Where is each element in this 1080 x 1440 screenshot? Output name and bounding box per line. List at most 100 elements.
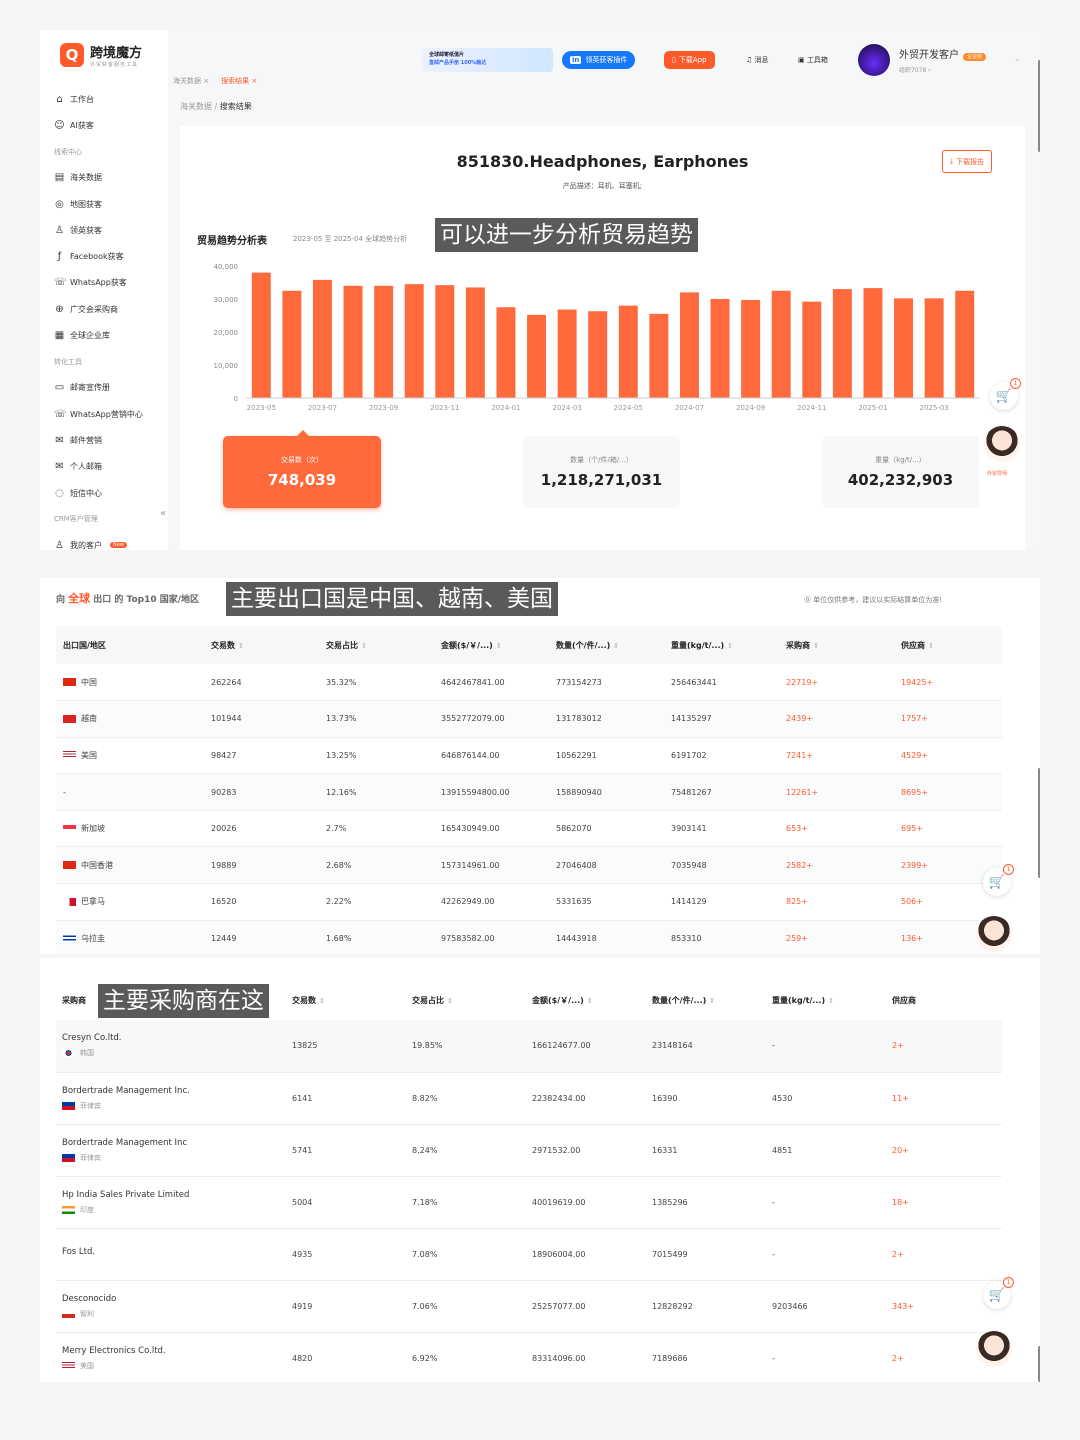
sidebar-item[interactable]: ▤ 海关数据 <box>54 165 164 191</box>
bar-2024-11[interactable] <box>802 301 822 398</box>
sidebar-item[interactable]: ◎ 地图获客 <box>54 191 164 217</box>
agent-avatar[interactable] <box>984 426 1020 462</box>
sidebar-item[interactable]: ☏ WhatsApp营销中心 <box>54 401 164 427</box>
bar-2024-12[interactable] <box>832 289 852 398</box>
agent-avatar[interactable] <box>976 1331 1012 1367</box>
column-header[interactable]: 金额($/￥/...) ⇕ <box>434 626 549 664</box>
table-cell-suppliers[interactable]: 695+ <box>894 810 1002 848</box>
sidebar-item[interactable]: ▦ 全球企业库 <box>54 322 164 348</box>
sidebar-item[interactable]: ✉ 邮件营销 <box>54 427 164 453</box>
toolbox-link[interactable]: ▣ 工具箱 <box>798 55 828 65</box>
table-row[interactable]: 美国 98427 13.25% 646876144.00 10562291 6191702… <box>56 737 1002 775</box>
sidebar-item[interactable]: ◌ 短信中心 <box>54 480 164 506</box>
column-header[interactable]: 交易占比 ⇕ <box>406 980 526 1020</box>
table-cell-name[interactable]: Desconocido 智利 <box>56 1280 286 1333</box>
table-row[interactable]: 中国 262264 35.32% 4642467841.00 773154273 2564… <box>56 664 1002 702</box>
linkedin-plugin-button[interactable]: in 领英获客插件 <box>562 51 636 69</box>
chevron-down-icon[interactable]: ⌄ <box>1014 54 1021 63</box>
bar-2023-06[interactable] <box>282 290 302 398</box>
table-cell-buyers[interactable]: 259+ <box>779 920 894 954</box>
user-avatar[interactable] <box>858 44 890 76</box>
sort-icon[interactable]: ⇕ <box>813 642 819 650</box>
table-row[interactable]: 越南 101944 13.73% 3552772079.00 131783012 1413… <box>56 700 1002 738</box>
table-cell-name[interactable]: Cresyn Co.ltd. 韩国 <box>56 1020 286 1073</box>
table-cell-buyers[interactable]: 7241+ <box>779 737 894 775</box>
bar-2024-09[interactable] <box>741 299 761 398</box>
column-header[interactable]: 金额($/￥/...) ⇕ <box>526 980 646 1020</box>
download-app-button[interactable]: ▯ 下载App <box>664 51 715 69</box>
sort-icon[interactable]: ⇕ <box>238 642 244 650</box>
bar-2024-07[interactable] <box>679 292 699 398</box>
app-logo[interactable]: Q 跨境魔方 外贸获客服务工具 <box>60 42 142 68</box>
user-name[interactable]: 外贸开发客户 企业版 <box>899 46 987 61</box>
sidebar-item[interactable]: ☺ AI获客 <box>54 112 164 138</box>
buyer-name[interactable]: Fos Ltd. <box>62 1247 286 1257</box>
sidebar-item[interactable]: ⊕ 广交会采购商 <box>54 296 164 322</box>
sort-icon[interactable]: ⇕ <box>361 642 367 650</box>
table-cell-name[interactable]: Bordertrade Management Inc. 菲律宾 <box>56 1072 286 1125</box>
bar-2023-08[interactable] <box>343 285 363 398</box>
table-cell-suppliers[interactable]: 8695+ <box>894 773 1002 811</box>
table-row[interactable]: - 90283 12.16% 13915594800.00 158890940 75481… <box>56 773 1002 811</box>
sort-icon[interactable]: ⇕ <box>727 642 733 650</box>
region-selector[interactable]: 全球 <box>68 592 90 605</box>
table-cell-name[interactable]: Fos Ltd. <box>56 1228 286 1281</box>
scrollbar-thumb[interactable] <box>1038 1346 1040 1382</box>
buyer-name[interactable]: Hp India Sales Private Limited <box>62 1190 286 1200</box>
column-header[interactable]: 重量(kg/t/...) ⇕ <box>664 626 779 664</box>
bar-2023-10[interactable] <box>404 284 424 398</box>
stat-card-trades[interactable]: 交易数（次） 748,039 <box>223 430 381 508</box>
promo-banner[interactable]: 全球邮寄纸值片 直邮产品手册 100%触达 <box>421 48 553 72</box>
table-cell-name[interactable]: Hp India Sales Private Limited 印度 <box>56 1176 286 1229</box>
column-header[interactable]: 交易数 ⇕ <box>204 626 319 664</box>
table-row[interactable]: Hp India Sales Private Limited 印度 5004 7.18… <box>56 1176 1002 1229</box>
bar-2024-05[interactable] <box>618 305 638 398</box>
breadcrumb-parent[interactable]: 海关数据 / <box>180 102 220 111</box>
bar-2023-05[interactable] <box>251 272 271 398</box>
sort-icon[interactable]: ⇕ <box>709 997 715 1005</box>
table-row[interactable]: 巴拿马 16520 2.22% 42262949.00 5331635 1414129 82… <box>56 883 1002 921</box>
bar-2024-08[interactable] <box>710 299 730 398</box>
bar-2025-03[interactable] <box>924 298 944 398</box>
column-header[interactable]: 数量(个/件/...) ⇕ <box>549 626 664 664</box>
cart-float-button[interactable]: 🛒 1 <box>990 378 1021 410</box>
column-header[interactable]: 采购商 ⇕ <box>779 626 894 664</box>
scrollbar-thumb[interactable] <box>1038 60 1040 152</box>
table-cell-suppliers[interactable]: 11+ <box>886 1072 1002 1125</box>
bar-2024-10[interactable] <box>771 290 791 398</box>
tab-customs-data[interactable]: 海关数据 × <box>173 76 209 86</box>
column-header[interactable]: 重量(kg/t/...) ⇕ <box>766 980 886 1020</box>
column-header[interactable]: 数量(个/件/...) ⇕ <box>646 980 766 1020</box>
bar-2024-02[interactable] <box>527 314 547 398</box>
table-cell-suppliers[interactable]: 4529+ <box>894 737 1002 775</box>
sidebar-item[interactable]: ▭ 邮寄宣传册 <box>54 375 164 401</box>
sort-icon[interactable]: ⇕ <box>928 642 934 650</box>
sidebar-item[interactable]: ♙ 领英获客 <box>54 217 164 243</box>
table-row[interactable]: Merry Electronics Co.ltd. 美国 4820 6.92% 8331… <box>56 1332 1002 1382</box>
messages-link[interactable]: ♫ 消息 <box>746 55 769 65</box>
sort-icon[interactable]: ⇕ <box>319 997 325 1005</box>
table-cell-buyers[interactable]: 2439+ <box>779 700 894 738</box>
scrollbar-thumb[interactable] <box>1038 768 1040 878</box>
sort-icon[interactable]: ⇕ <box>613 642 619 650</box>
stat-card-quantity[interactable]: 数量（个/件/箱/...） 1,218,271,031 <box>523 436 680 508</box>
bar-2024-04[interactable] <box>588 311 608 398</box>
table-row[interactable]: Fos Ltd. 4935 7.08% 18906004.00 7015499 - 2+ <box>56 1228 1002 1281</box>
table-cell-buyers[interactable]: 825+ <box>779 883 894 921</box>
bar-2024-06[interactable] <box>649 313 669 398</box>
buyer-name[interactable]: Merry Electronics Co.ltd. <box>62 1346 286 1356</box>
cart-float-button[interactable]: 🛒 1 <box>983 1277 1014 1309</box>
sort-icon[interactable]: ⇕ <box>496 642 502 650</box>
table-row[interactable]: Cresyn Co.ltd. 韩国 13825 19.85% 166124677.00 2… <box>56 1020 1002 1073</box>
bar-2025-02[interactable] <box>894 298 914 398</box>
column-header[interactable]: 交易占比 ⇕ <box>319 626 434 664</box>
table-row[interactable]: 中国香港 19889 2.68% 157314961.00 27046408 703594… <box>56 846 1002 885</box>
sort-icon[interactable]: ⇕ <box>447 997 453 1005</box>
bar-2023-07[interactable] <box>312 279 332 398</box>
table-cell-suppliers[interactable]: 19425+ <box>894 664 1002 702</box>
collapse-sidebar-icon[interactable]: « <box>160 508 166 519</box>
bar-2023-11[interactable] <box>435 285 455 398</box>
buyer-name[interactable]: Bordertrade Management Inc. <box>62 1086 286 1096</box>
bar-2023-09[interactable] <box>374 285 394 398</box>
table-row[interactable]: 乌拉圭 12449 1.68% 97583582.00 14443918 853310 25… <box>56 920 1002 954</box>
